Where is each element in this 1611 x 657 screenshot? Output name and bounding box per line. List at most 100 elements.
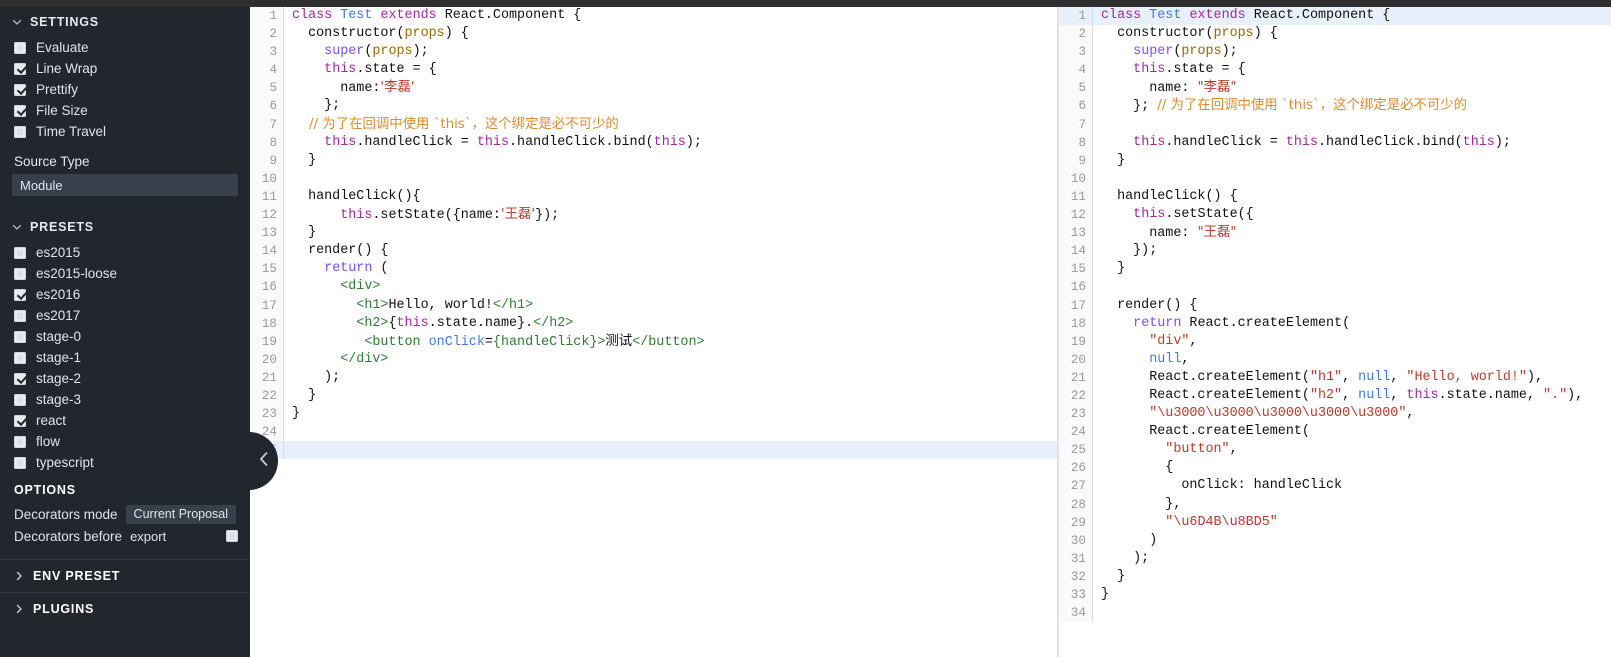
code-line[interactable]: 12 this.setState({name:'王磊'}); [250, 206, 1057, 225]
code-line[interactable]: 34 [1059, 604, 1611, 623]
code-line[interactable]: 10 [250, 169, 1057, 188]
preset-stage-3[interactable]: stage-3 [0, 389, 250, 410]
preset-es2016[interactable]: es2016 [0, 284, 250, 305]
code-line[interactable]: 32 } [1059, 567, 1611, 586]
preset-es2015[interactable]: es2015 [0, 242, 250, 263]
presets-section-header[interactable]: PRESETS [0, 212, 250, 242]
code-line[interactable]: 3 super(props); [250, 43, 1057, 62]
code-line[interactable]: 31 ); [1059, 549, 1611, 568]
code-line[interactable]: 23 "\u3000\u3000\u3000\u3000\u3000", [1059, 405, 1611, 424]
code-line[interactable]: 8 this.handleClick = this.handleClick.bi… [1059, 133, 1611, 152]
code-line[interactable]: 13 name: "王磊" [1059, 224, 1611, 243]
code-line[interactable]: 23} [250, 405, 1057, 424]
output-code-editor[interactable]: 1 class Test extends React.Component {2 c… [1058, 7, 1611, 657]
code-line[interactable]: 21 ); [250, 368, 1057, 387]
checkbox-icon[interactable] [14, 125, 26, 138]
code-line[interactable]: 8 this.handleClick = this.handleClick.bi… [250, 133, 1057, 152]
code-line[interactable]: 16 <div> [250, 278, 1057, 297]
code-line[interactable]: 13 } [250, 224, 1057, 243]
code-line[interactable]: 26 { [1059, 459, 1611, 478]
setting-time-travel[interactable]: Time Travel [0, 121, 250, 142]
setting-file-size[interactable]: File Size [0, 100, 250, 121]
code-line[interactable]: 28 }, [1059, 495, 1611, 514]
code-line[interactable]: 16 [1059, 278, 1611, 297]
checkbox-icon[interactable] [14, 456, 26, 469]
checkbox-icon[interactable] [14, 435, 26, 448]
decorators-mode-select[interactable]: Current Proposal [125, 504, 237, 524]
checkbox-icon[interactable] [14, 393, 26, 406]
code-line[interactable]: 19 "div", [1059, 332, 1611, 351]
code-line[interactable]: 27 onClick: handleClick [1059, 477, 1611, 496]
preset-react[interactable]: react [0, 410, 250, 431]
code-line[interactable]: 15 } [1059, 260, 1611, 279]
code-line[interactable]: 20 </div> [250, 350, 1057, 369]
input-code-editor[interactable]: 1 class Test extends React.Component {2 c… [250, 7, 1058, 657]
checkbox-icon[interactable] [14, 309, 26, 322]
source-type-select[interactable]: Module [12, 174, 238, 196]
code-line[interactable]: 17 render() { [1059, 296, 1611, 315]
code-line[interactable]: 25 "button", [1059, 441, 1611, 460]
checkbox-icon[interactable] [14, 41, 26, 54]
code-line[interactable]: 1 class Test extends React.Component { [250, 7, 1057, 26]
code-line[interactable]: 11 handleClick(){ [250, 187, 1057, 207]
preset-stage-2[interactable]: stage-2 [0, 368, 250, 389]
code-line[interactable]: 3 super(props); [1059, 43, 1611, 62]
checkbox-icon[interactable] [14, 62, 26, 75]
code-line[interactable]: 14 }); [1059, 242, 1611, 261]
preset-typescript[interactable]: typescript [0, 452, 250, 473]
code-line[interactable]: 14 render() { [250, 242, 1057, 261]
code-line[interactable]: 9 } [1059, 151, 1611, 170]
checkbox-icon[interactable] [14, 267, 26, 280]
code-line[interactable]: 24 React.createElement( [1059, 423, 1611, 442]
code-line[interactable]: 6 }; // 为了在回调中使用 `this`，这个绑定是必不可少的 [1059, 97, 1611, 116]
checkbox-icon[interactable] [14, 330, 26, 343]
code-line[interactable]: 25 [250, 441, 1057, 460]
settings-section-header[interactable]: SETTINGS [0, 7, 250, 37]
checkbox-icon[interactable] [14, 246, 26, 259]
code-line[interactable]: 2 constructor(props) { [1059, 25, 1611, 44]
preset-stage-1[interactable]: stage-1 [0, 347, 250, 368]
preset-es2017[interactable]: es2017 [0, 305, 250, 326]
code-line[interactable]: 6 }; [250, 97, 1057, 116]
checkbox-icon[interactable] [14, 414, 26, 427]
code-line[interactable]: 4 this.state = { [250, 61, 1057, 80]
checkbox-icon[interactable] [14, 288, 26, 301]
checkbox-icon[interactable] [14, 351, 26, 364]
output-code-lines[interactable]: 1 class Test extends React.Component {2 c… [1059, 7, 1611, 623]
code-line[interactable]: 19 <button onClick={handleClick}>测试</but… [250, 332, 1057, 351]
setting-line-wrap[interactable]: Line Wrap [0, 58, 250, 79]
checkbox-icon[interactable] [14, 372, 26, 385]
plugins-accordion[interactable]: PLUGINS [0, 592, 250, 625]
code-line[interactable]: 21 React.createElement("h1", null, "Hell… [1059, 368, 1611, 387]
code-line[interactable]: 10 [1059, 169, 1611, 188]
env-preset-accordion[interactable]: ENV PRESET [0, 559, 250, 592]
code-line[interactable]: 22 React.createElement("h2", null, this.… [1059, 386, 1611, 406]
code-line[interactable]: 20 null, [1059, 350, 1611, 369]
input-code-lines[interactable]: 1 class Test extends React.Component {2 c… [250, 7, 1057, 460]
preset-es2015-loose[interactable]: es2015-loose [0, 263, 250, 284]
code-line[interactable]: 7 // 为了在回调中使用 `this`，这个绑定是必不可少的 [250, 115, 1057, 134]
code-line[interactable]: 29 "\u6D4B\u8BD5" [1059, 513, 1611, 532]
code-line[interactable]: 12 this.setState({ [1059, 206, 1611, 225]
checkbox-icon[interactable] [14, 104, 26, 117]
code-line[interactable]: 24 [250, 423, 1057, 442]
code-line[interactable]: 22 } [250, 386, 1057, 406]
preset-flow[interactable]: flow [0, 431, 250, 452]
decorators-before-checkbox-icon[interactable] [226, 530, 238, 542]
code-line[interactable]: 1 class Test extends React.Component { [1059, 7, 1611, 26]
preset-stage-0[interactable]: stage-0 [0, 326, 250, 347]
code-line[interactable]: 4 this.state = { [1059, 61, 1611, 80]
setting-prettify[interactable]: Prettify [0, 79, 250, 100]
code-line[interactable]: 18 <h2>{this.state.name}.</h2> [250, 314, 1057, 333]
code-line[interactable]: 5 name:'李磊' [250, 79, 1057, 98]
setting-evaluate[interactable]: Evaluate [0, 37, 250, 58]
code-line[interactable]: 18 return React.createElement( [1059, 314, 1611, 333]
code-line[interactable]: 33} [1059, 586, 1611, 605]
code-line[interactable]: 9 } [250, 151, 1057, 170]
code-line[interactable]: 17 <h1>Hello, world!</h1> [250, 296, 1057, 315]
code-line[interactable]: 11 handleClick() { [1059, 187, 1611, 207]
code-line[interactable]: 30 ) [1059, 531, 1611, 550]
code-line[interactable]: 15 return ( [250, 260, 1057, 279]
code-line[interactable]: 2 constructor(props) { [250, 25, 1057, 44]
code-line[interactable]: 5 name: "李磊" [1059, 79, 1611, 98]
